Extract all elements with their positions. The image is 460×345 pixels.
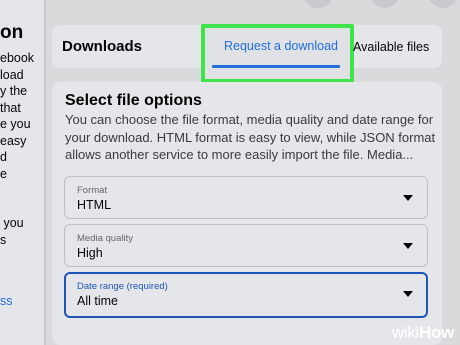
panel-divider: [44, 0, 46, 345]
left-side-panel: on ebook load y the that e you easy d e …: [0, 0, 44, 345]
format-select[interactable]: Format HTML: [64, 176, 428, 219]
tab-request-download-label[interactable]: Request a download: [224, 39, 338, 53]
format-select-value: HTML: [77, 198, 112, 212]
highlight-frame: [201, 24, 354, 83]
left-panel-text: ebook load y the that e you easy d e you…: [0, 51, 35, 247]
top-bar-circle-icon[interactable]: [303, 0, 333, 8]
chevron-down-icon: [403, 291, 413, 297]
file-options-title: Select file options: [65, 92, 202, 109]
watermark-wiki: wiki: [391, 323, 420, 342]
wikihow-watermark: wikiHow: [392, 323, 454, 343]
format-select-label: Format: [77, 185, 108, 196]
tab-available-files[interactable]: Available files: [353, 40, 429, 54]
top-bar-circle-icon[interactable]: [370, 0, 400, 8]
left-panel-title: on: [0, 22, 24, 43]
media-quality-select-label: Media quality: [77, 233, 133, 244]
top-bar-circle-icon[interactable]: [428, 0, 458, 8]
chevron-down-icon: [403, 243, 413, 249]
watermark-how: How: [419, 323, 454, 342]
date-range-select[interactable]: Date range (required) All time: [64, 272, 428, 318]
chevron-down-icon: [403, 195, 413, 201]
active-tab-indicator: [212, 65, 340, 68]
media-quality-select-value: High: [77, 246, 103, 260]
media-quality-select[interactable]: Media quality High: [64, 224, 428, 267]
file-options-description: You can choose the file format, media qu…: [65, 112, 436, 162]
downloads-title: Downloads: [62, 38, 143, 55]
left-panel-link[interactable]: ss: [0, 294, 13, 308]
date-range-select-value: All time: [77, 294, 118, 308]
date-range-select-label: Date range (required): [77, 281, 168, 292]
